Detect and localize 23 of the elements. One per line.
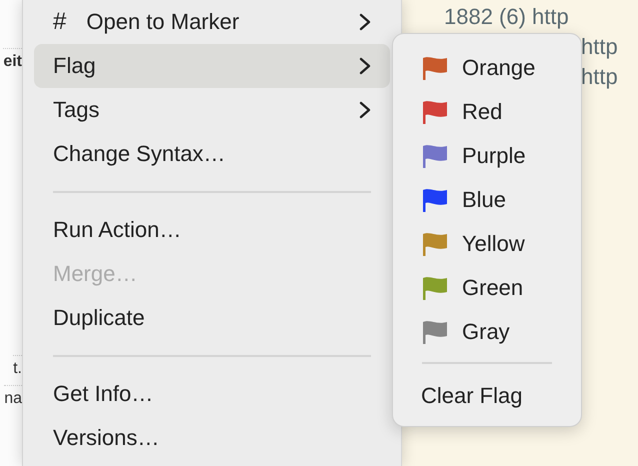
chevron-right-icon bbox=[359, 57, 371, 75]
menu-item[interactable]: Green bbox=[393, 266, 581, 310]
chevron-right-icon bbox=[359, 101, 371, 119]
menu-item[interactable]: Tags bbox=[34, 88, 390, 132]
menu-item[interactable]: Flag bbox=[34, 44, 390, 88]
menu-item[interactable]: Purple bbox=[393, 134, 581, 178]
chevron-right-icon bbox=[359, 13, 371, 31]
menu-item[interactable]: Red bbox=[393, 90, 581, 134]
menu-item[interactable]: Duplicate bbox=[34, 296, 390, 340]
editor-text: http bbox=[581, 63, 618, 91]
menu-item[interactable]: Yellow bbox=[393, 222, 581, 266]
editor-text: 1882 (6) http bbox=[444, 3, 569, 31]
menu-item[interactable]: Versions… bbox=[34, 416, 390, 460]
menu-item[interactable]: Run Action… bbox=[34, 208, 390, 252]
menu-item[interactable]: Get Info… bbox=[34, 372, 390, 416]
editor-text: http bbox=[581, 33, 618, 61]
menu-item[interactable]: Blue bbox=[393, 178, 581, 222]
hash-icon: # bbox=[53, 8, 66, 36]
menu-item[interactable]: Clear Flag bbox=[393, 374, 581, 418]
menu-item[interactable]: Orange bbox=[393, 46, 581, 90]
menu-item[interactable]: Gray bbox=[393, 310, 581, 354]
menu-item[interactable]: Change Syntax… bbox=[34, 132, 390, 176]
menu-item[interactable]: # Open to Marker bbox=[34, 0, 390, 44]
